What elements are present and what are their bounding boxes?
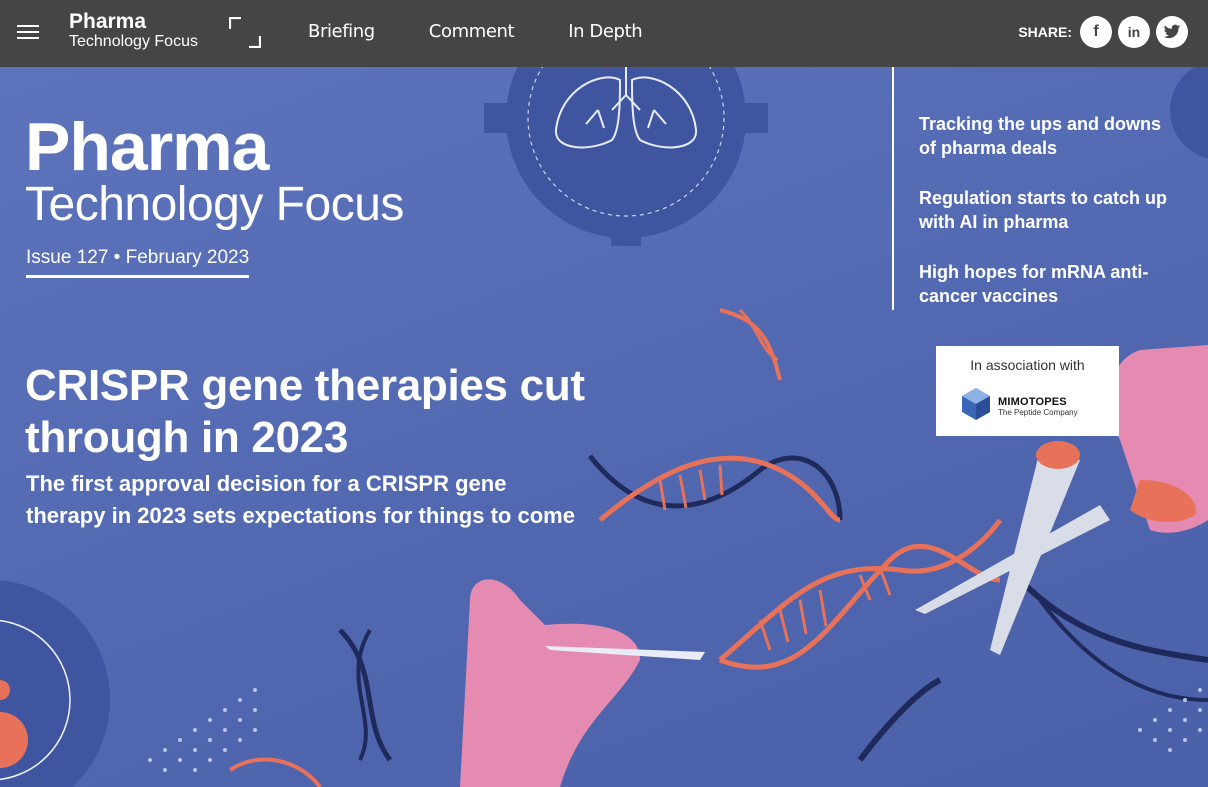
nav-in-depth[interactable]: In Depth (568, 21, 642, 42)
linkedin-icon[interactable]: in (1118, 16, 1150, 48)
dna-strand-main (588, 454, 1003, 670)
hand-tweezers (460, 579, 705, 787)
site-logo[interactable]: Pharma Technology Focus (69, 11, 198, 50)
logo-text-bottom: Technology Focus (69, 33, 198, 50)
magazine-title-top: Pharma (25, 109, 269, 185)
featured-link-ai[interactable]: Regulation starts to catch up with AI in… (919, 186, 1174, 234)
twitter-icon[interactable] (1156, 16, 1188, 48)
cover-subhead: The first approval decision for a CRISPR… (26, 471, 575, 528)
facebook-icon[interactable]: f (1080, 16, 1112, 48)
share-bar: SHARE: f in (1018, 16, 1188, 48)
hero-banner: Pharma Technology Focus Issue 127 • Febr… (0, 67, 1208, 787)
logo-text-top: Pharma (69, 10, 147, 33)
nav-comment[interactable]: Comment (429, 21, 515, 42)
featured-link-mrna[interactable]: High hopes for mRNA anti-cancer vaccines (919, 260, 1174, 308)
issue-date: Issue 127 • February 2023 (26, 247, 250, 278)
top-bar: Pharma Technology Focus Briefing Comment… (0, 0, 1208, 67)
magazine-title: Pharma Technology Focus (25, 113, 404, 229)
sponsor-box[interactable]: In association with MIMOTOPES The Peptid… (936, 346, 1119, 436)
sponsor-label: In association with (970, 357, 1085, 373)
cover-headline[interactable]: CRISPR gene therapies cut through in 202… (25, 360, 585, 464)
menu-icon[interactable] (17, 25, 39, 41)
main-nav: Briefing Comment In Depth (308, 21, 643, 42)
featured-link-deals[interactable]: Tracking the ups and downs of pharma dea… (919, 112, 1174, 160)
nav-briefing[interactable]: Briefing (308, 21, 375, 42)
featured-links: Tracking the ups and downs of pharma dea… (892, 67, 1192, 310)
dot-pattern-left (148, 688, 257, 772)
magazine-title-bottom: Technology Focus (25, 178, 404, 231)
share-label: SHARE: (1018, 24, 1072, 40)
sponsor-tagline: The Peptide Company (998, 408, 1078, 417)
gear-left-icon (0, 580, 110, 787)
sponsor-name: MIMOTOPES (998, 396, 1067, 408)
dna-rungs (658, 464, 892, 651)
fullscreen-icon[interactable] (229, 17, 261, 48)
